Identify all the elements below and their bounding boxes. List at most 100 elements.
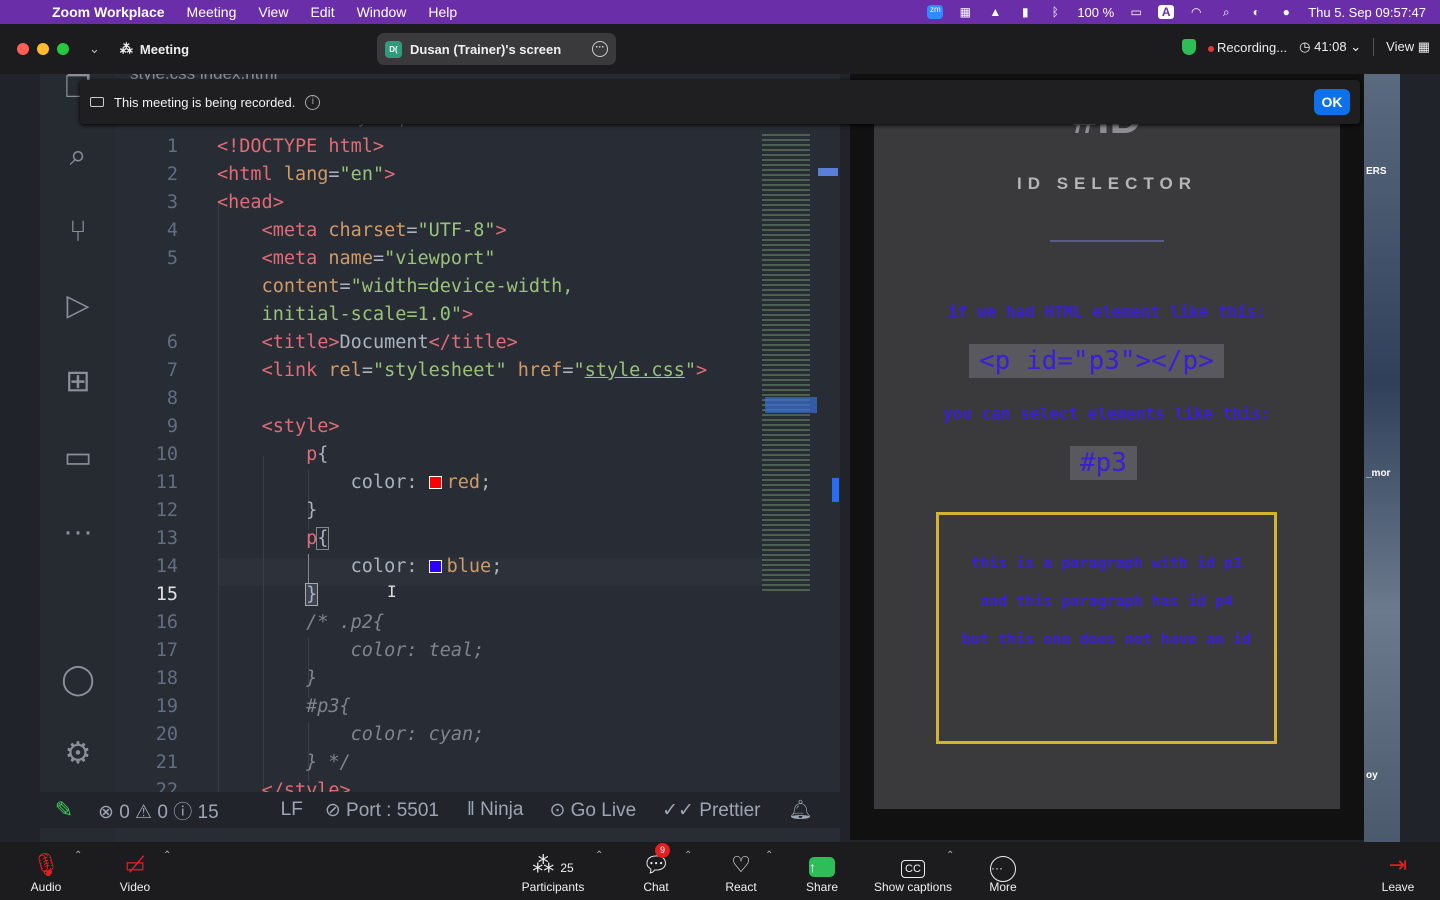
- battery-icon[interactable]: ▭: [1128, 5, 1144, 19]
- account-icon[interactable]: ◯: [58, 660, 98, 700]
- code-line[interactable]: color: cyan;: [217, 724, 485, 745]
- close-window-button[interactable]: [17, 43, 29, 55]
- notifications-bell-icon[interactable]: 🔔︎: [789, 798, 813, 822]
- react-button[interactable]: ♡ React: [722, 842, 760, 900]
- layout-icon[interactable]: ▦: [957, 5, 973, 19]
- maximize-window-button[interactable]: [57, 43, 69, 55]
- code-line[interactable]: <!DOCTYPE html>: [217, 136, 384, 157]
- audio-button[interactable]: 🎙︎ Audio: [28, 842, 64, 900]
- more-button[interactable]: ··· More: [987, 842, 1019, 900]
- menu-edit[interactable]: Edit: [310, 4, 334, 20]
- input-source-icon[interactable]: A: [1158, 5, 1175, 19]
- react-chevron-icon[interactable]: ⌃: [765, 850, 773, 861]
- control-center-icon[interactable]: ◐: [1248, 5, 1264, 19]
- info-icon[interactable]: i: [305, 94, 321, 110]
- more-icon[interactable]: ···: [58, 512, 98, 552]
- spotlight-icon[interactable]: ⌕: [1218, 5, 1234, 19]
- closed-captions-icon: CC: [901, 850, 925, 880]
- problems-indicator[interactable]: ⊗ 0 ⚠ 0 ⓘ 15: [98, 797, 219, 824]
- strip-text: oy: [1366, 770, 1378, 781]
- code-line[interactable]: <style>: [217, 416, 340, 437]
- minimize-window-button[interactable]: [37, 43, 49, 55]
- menu-window[interactable]: Window: [357, 4, 407, 20]
- code-line[interactable]: color: teal;: [217, 640, 485, 661]
- code-line[interactable]: }: [217, 668, 317, 689]
- participants-button[interactable]: ⁂ 25 Participants: [518, 842, 588, 900]
- code-line[interactable]: color: red;: [217, 472, 492, 493]
- audio-options-chevron-icon[interactable]: ⌃: [74, 850, 82, 861]
- error-count: 0: [119, 801, 130, 823]
- code-line[interactable]: <head>: [217, 192, 284, 213]
- recording-status[interactable]: Recording...: [1208, 40, 1287, 55]
- menu-view[interactable]: View: [258, 4, 288, 20]
- video-options-chevron-icon[interactable]: ⌃: [163, 850, 171, 861]
- selector-line: you can select elements like this:: [943, 404, 1271, 423]
- remote-explorer-icon[interactable]: ▭: [58, 438, 98, 478]
- code-line[interactable]: } */: [217, 752, 351, 773]
- wifi-icon[interactable]: ◠: [1188, 5, 1204, 19]
- share-button[interactable]: ↑ Share: [804, 842, 840, 900]
- meeting-info[interactable]: ⁂ Meeting: [120, 41, 189, 57]
- chat-button[interactable]: 💬︎ 9 Chat: [641, 842, 671, 900]
- code-line[interactable]: <meta charset="UTF-8">: [217, 220, 507, 241]
- prettier-button[interactable]: ✓✓ Prettier: [662, 799, 760, 822]
- shared-screen-pill[interactable]: D( Dusan (Trainer)'s screen ···: [377, 33, 616, 65]
- code-line[interactable]: p{: [217, 527, 330, 550]
- run-debug-icon[interactable]: ▷: [58, 286, 98, 326]
- eol-indicator[interactable]: LF: [281, 799, 303, 821]
- status-bar: ✎ ⊗ 0 ⚠ 0 ⓘ 15 LF ⊘ Port : 5501 ǁ Ninja …: [40, 792, 840, 828]
- code-line[interactable]: <html lang="en">: [217, 164, 395, 185]
- editor-scrollbar[interactable]: [832, 478, 839, 502]
- chat-unread-badge: 9: [655, 843, 670, 858]
- ok-button[interactable]: OK: [1314, 89, 1350, 115]
- code-line[interactable]: #p3{: [217, 696, 351, 717]
- code-line[interactable]: </style>: [217, 780, 351, 792]
- meeting-timer[interactable]: ◷ 41:08 ⌄: [1299, 39, 1361, 55]
- source-control-icon[interactable]: ⑂: [58, 212, 98, 252]
- ninja-status[interactable]: ǁ Ninja: [467, 799, 523, 821]
- leave-button[interactable]: ⇥ Leave: [1380, 842, 1416, 900]
- code-line[interactable]: content="width=device-width,: [217, 276, 574, 297]
- code-line[interactable]: /* .p2{: [217, 612, 384, 633]
- show-captions-button[interactable]: CC Show captions: [871, 842, 955, 900]
- settings-gear-icon[interactable]: ⚙: [58, 734, 98, 774]
- code-line[interactable]: }: [217, 583, 319, 606]
- edit-pencil-icon[interactable]: ✎: [40, 792, 88, 828]
- hat-icon[interactable]: ▲: [987, 5, 1003, 19]
- extensions-icon[interactable]: ⊞: [58, 362, 98, 402]
- chat-chevron-icon[interactable]: ⌃: [684, 850, 692, 861]
- go-live-button[interactable]: ⊙ Go Live: [549, 799, 636, 822]
- battery-percent: 100 %: [1077, 4, 1115, 20]
- code-line[interactable]: color: blue;: [217, 556, 503, 577]
- minimap[interactable]: [762, 134, 810, 594]
- chevron-down-icon[interactable]: ⌄: [89, 41, 100, 57]
- code-line[interactable]: <meta name="viewport": [217, 248, 496, 269]
- code-editor[interactable]: 1 <!DOCTYPE html> 2 <html lang="en"> 3 <head>…: [115, 120, 800, 792]
- code-line[interactable]: p{: [217, 444, 328, 465]
- siri-icon[interactable]: ●: [1278, 5, 1294, 19]
- bluetooth-icon[interactable]: ᛒ: [1047, 5, 1063, 19]
- info-count: 15: [197, 801, 219, 823]
- macos-menubar: Zoom Workplace Meeting View Edit Window …: [0, 0, 1440, 24]
- captions-chevron-icon[interactable]: ⌃: [946, 850, 954, 861]
- menu-help[interactable]: Help: [428, 4, 457, 20]
- code-line[interactable]: <link rel="stylesheet" href="style.css">: [217, 360, 708, 381]
- security-shield-icon[interactable]: [1182, 39, 1197, 55]
- view-button[interactable]: View ▦: [1386, 39, 1430, 55]
- menu-meeting[interactable]: Meeting: [187, 4, 237, 20]
- more-options-icon[interactable]: ···: [592, 41, 608, 57]
- code-line[interactable]: <title>Document</title>: [217, 332, 518, 353]
- video-button[interactable]: ▭̸ Video: [115, 842, 155, 900]
- zoom-meeting-toolbar: 🎙︎ Audio ⌃ ▭̸ Video ⌃ ⁂ 25 Participants …: [0, 842, 1440, 900]
- share-screen-icon: ↑: [809, 850, 835, 880]
- lock-icon[interactable]: ▮: [1017, 5, 1033, 19]
- menu-app-name[interactable]: Zoom Workplace: [52, 4, 165, 20]
- port-status[interactable]: ⊘ Port : 5501: [325, 799, 439, 822]
- code-example-selector: #p3: [1070, 446, 1137, 480]
- clock[interactable]: Thu 5. Sep 09:57:47: [1308, 5, 1426, 20]
- search-icon[interactable]: ⌕: [58, 136, 98, 176]
- code-line[interactable]: }: [217, 500, 317, 521]
- participants-chevron-icon[interactable]: ⌃: [595, 850, 603, 861]
- zoom-status-icon[interactable]: zm: [927, 5, 944, 19]
- code-line[interactable]: initial-scale=1.0">: [217, 304, 474, 325]
